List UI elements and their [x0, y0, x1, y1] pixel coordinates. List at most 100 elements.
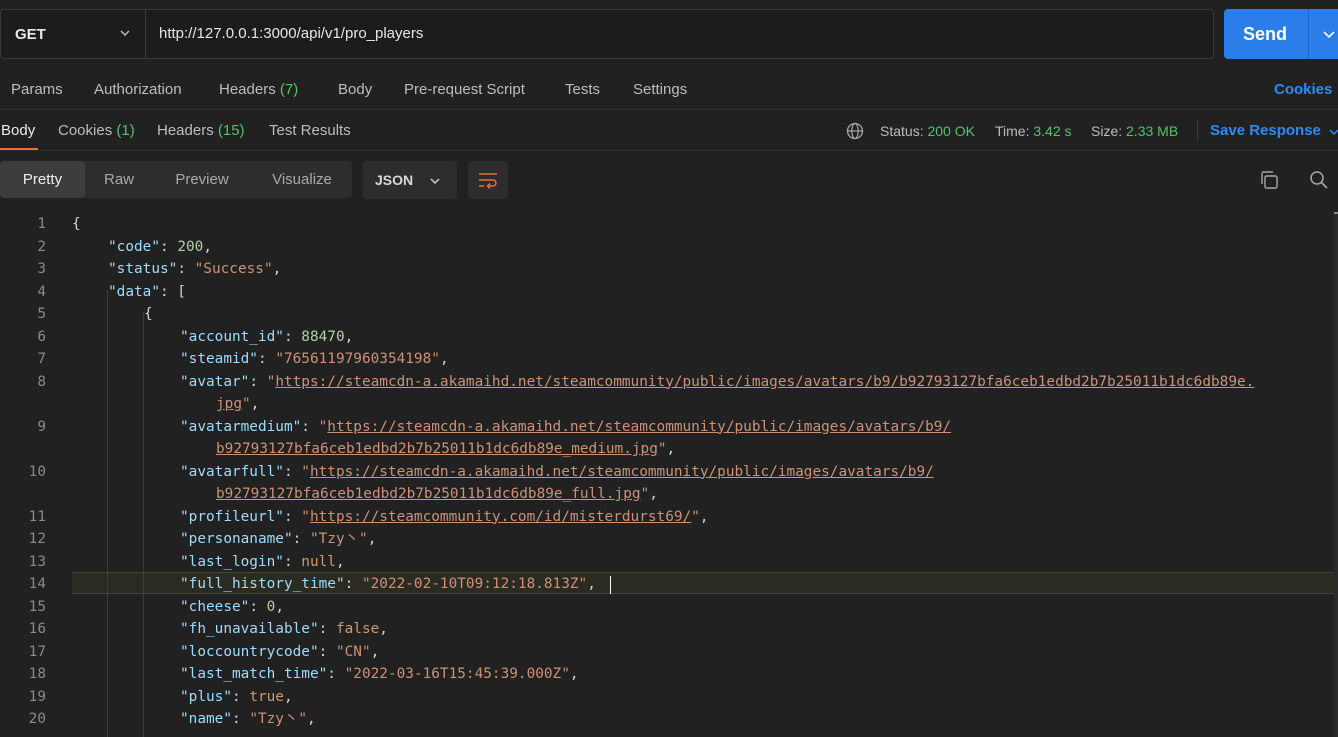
copy-icon[interactable] — [1259, 170, 1279, 190]
format-select[interactable]: JSON — [363, 161, 457, 199]
view-mode-raw[interactable]: Raw — [88, 161, 150, 198]
json-key: "loccountrycode" — [180, 643, 319, 660]
json-punctuation: , — [439, 351, 449, 367]
json-url-link[interactable]: https://steamcommunity.com/id/misterdurs… — [310, 509, 691, 525]
json-key: "status" — [108, 261, 178, 277]
send-button[interactable]: Send — [1224, 9, 1338, 59]
response-body-editor[interactable]: 1{2 "code": 200, 3 "status": "Success", 4 "da… — [0, 212, 1334, 737]
code-text: "data": [ — [108, 281, 186, 303]
code-line: jpg", — [0, 393, 1334, 415]
view-mode-pretty[interactable]: Pretty — [0, 161, 85, 198]
json-punctuation: : — [318, 621, 336, 637]
json-value: " — [640, 486, 650, 502]
json-punctuation: : — [257, 351, 276, 367]
tab-params[interactable]: Params — [11, 79, 63, 101]
code-line: 16 "fh_unavailable": false, — [0, 618, 1334, 640]
json-url-link[interactable]: jpg — [216, 396, 242, 412]
wrap-lines-button[interactable] — [468, 161, 508, 199]
scrollbar[interactable] — [1334, 212, 1338, 737]
json-punctuation: : — [177, 261, 195, 277]
code-line: 11 "profileurl": "https://steamcommunity.… — [0, 506, 1334, 528]
search-icon[interactable] — [1309, 170, 1329, 190]
line-number: 3 — [37, 261, 46, 277]
line-number: 1 — [37, 216, 46, 232]
line-number: 4 — [37, 283, 46, 300]
response-headers-count-badge: (15) — [217, 122, 245, 139]
json-key: "profileurl" — [180, 508, 284, 525]
json-url-link[interactable]: https://steamcdn-a.akamaihd.net/steamcom… — [310, 464, 934, 480]
line-number: 2 — [37, 238, 46, 255]
line-number: 19 — [28, 688, 46, 705]
json-url-link[interactable]: https://steamcdn-a.akamaihd.net/steamcom… — [275, 374, 1254, 390]
code-line: 15 "cheese": 0, — [0, 596, 1334, 618]
code-line: 10 "avatarfull": "https://steamcdn-a.akam… — [0, 461, 1334, 483]
chevron-down-icon — [120, 30, 130, 37]
json-value: " — [266, 373, 276, 390]
json-punctuation: : — [231, 711, 250, 727]
json-url-link[interactable]: https://steamcdn-a.akamaihd.net/steamcom… — [327, 419, 951, 435]
json-punctuation: , — [203, 238, 212, 255]
code-text: "steamid": "76561197960354198", — [180, 348, 449, 370]
json-key: "last_login" — [180, 553, 284, 570]
tab-tests[interactable]: Tests — [565, 79, 600, 101]
line-number: 14 — [28, 576, 46, 592]
code-line: b92793127bfa6ceb1edbd2b7b25011b1dc6db89e… — [0, 438, 1334, 460]
code-line: 6 "account_id": 88470, — [0, 326, 1334, 348]
json-punctuation: , — [283, 688, 293, 705]
tab-prerequest-script[interactable]: Pre-request Script — [404, 79, 525, 101]
json-value: "Tzy丶" — [249, 711, 308, 727]
json-punctuation: : [ — [159, 283, 186, 300]
code-text: "code": 200, — [108, 236, 212, 258]
json-key: "personaname" — [180, 531, 293, 547]
line-number: 8 — [37, 373, 46, 390]
time-readout: Time: 3.42 s — [995, 120, 1072, 142]
json-key: "last_match_time" — [180, 666, 328, 682]
tab-settings[interactable]: Settings — [633, 79, 687, 101]
code-line: 17 "loccountrycode": "CN", — [0, 641, 1334, 663]
tab-headers[interactable]: Headers (7) — [219, 79, 298, 101]
code-text: "full_history_time": "2022-02-10T09:12:1… — [180, 573, 596, 595]
json-value: " — [657, 441, 667, 457]
json-punctuation: , — [335, 553, 345, 570]
wrap-lines-icon — [479, 173, 497, 189]
view-mode-preview[interactable]: Preview — [160, 161, 244, 198]
url-input[interactable]: http://127.0.0.1:3000/api/v1/pro_players — [159, 10, 423, 58]
response-tab-cookies[interactable]: Cookies (1) — [58, 120, 135, 142]
line-number: 9 — [37, 418, 46, 435]
json-punctuation: , — [367, 531, 377, 547]
scrollbar-thumb[interactable] — [1334, 212, 1338, 214]
json-value: "Success" — [194, 261, 273, 277]
response-tab-body[interactable]: Body — [1, 120, 35, 142]
save-response-button[interactable]: Save Response — [1210, 120, 1338, 142]
divider — [1197, 120, 1198, 142]
method-label: GET — [15, 25, 46, 43]
json-url-link[interactable]: b92793127bfa6ceb1edbd2b7b25011b1dc6db89e… — [216, 441, 658, 457]
code-line: 2 "code": 200, — [0, 236, 1334, 258]
code-text: "avatar": "https://steamcdn-a.akamaihd.n… — [180, 371, 1254, 393]
json-punctuation: , — [379, 621, 388, 637]
globe-icon[interactable] — [846, 122, 864, 140]
view-mode-segmented-control: Pretty Raw Preview Visualize — [0, 161, 352, 198]
json-key: "cheese" — [180, 598, 250, 615]
response-tab-headers[interactable]: Headers (15) — [157, 120, 245, 142]
code-text: "last_match_time": "2022-03-16T15:45:39.… — [180, 663, 579, 685]
json-punctuation: : — [283, 553, 302, 570]
json-punctuation: , — [587, 576, 596, 592]
send-label: Send — [1243, 24, 1288, 44]
tab-body[interactable]: Body — [338, 79, 372, 101]
json-value: "2022-02-10T09:12:18.813Z" — [361, 576, 588, 592]
chevron-down-icon[interactable] — [1322, 27, 1336, 41]
line-number: 13 — [28, 553, 46, 570]
json-key: "code" — [108, 238, 160, 255]
json-url-link[interactable]: b92793127bfa6ceb1edbd2b7b25011b1dc6db89e… — [216, 486, 641, 502]
format-label: JSON — [375, 172, 414, 188]
view-mode-visualize[interactable]: Visualize — [256, 161, 348, 198]
tab-authorization[interactable]: Authorization — [94, 79, 182, 101]
code-line: 7 "steamid": "76561197960354198", — [0, 348, 1334, 370]
method-select[interactable]: GET — [1, 10, 146, 58]
cookies-link[interactable]: Cookies — [1274, 79, 1332, 101]
json-punctuation: , — [275, 598, 284, 615]
response-tab-test-results[interactable]: Test Results — [269, 120, 351, 142]
json-punctuation: : — [283, 328, 302, 345]
json-punctuation: , — [307, 711, 316, 727]
